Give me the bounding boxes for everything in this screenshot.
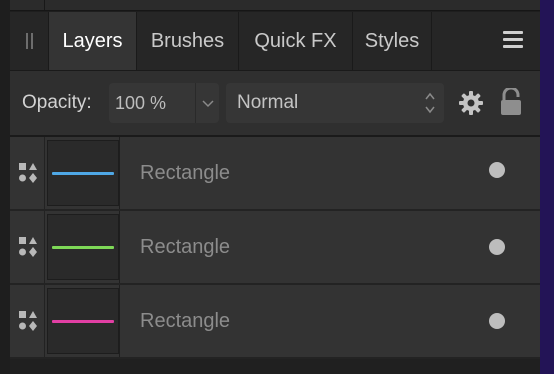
layer-type-cell	[10, 137, 45, 209]
blend-mode-dropdown[interactable]: Normal	[226, 83, 444, 123]
hamburger-menu-icon[interactable]	[503, 31, 523, 49]
layer-row[interactable]: Rectangle	[10, 137, 540, 211]
visibility-toggle[interactable]	[489, 162, 505, 178]
layer-row[interactable]: Rectangle	[10, 211, 540, 285]
thumbnail-stroke	[52, 320, 114, 323]
opacity-label: Opacity:	[22, 92, 92, 113]
visibility-toggle[interactable]	[489, 313, 505, 329]
layers-list: Rectangle Rectangle Rectangle	[10, 137, 540, 374]
panel-above-edge	[10, 0, 540, 11]
layers-panel-window: Layers Brushes Quick FX Styles Opacity: …	[0, 0, 554, 374]
layer-thumbnail	[47, 214, 119, 280]
shapes-icon	[19, 311, 37, 331]
opacity-value[interactable]: 100 %	[115, 83, 166, 123]
shapes-icon	[19, 237, 37, 257]
layer-thumbnail	[47, 140, 119, 206]
blend-mode-value[interactable]: Normal	[237, 83, 298, 123]
panel-footer	[10, 359, 540, 374]
tab-styles[interactable]: Styles	[352, 12, 432, 70]
up-down-stepper-icon[interactable]	[424, 91, 436, 115]
layer-row[interactable]: Rectangle	[10, 285, 540, 359]
shapes-icon	[19, 163, 37, 183]
chevron-down-icon[interactable]	[195, 83, 220, 123]
thumbnail-stroke	[52, 246, 114, 249]
layers-studio-panel: Layers Brushes Quick FX Styles Opacity: …	[10, 12, 540, 374]
tab-layers[interactable]: Layers	[48, 12, 136, 70]
desktop-background	[540, 0, 554, 374]
tab-quick-fx[interactable]: Quick FX	[238, 12, 352, 70]
visibility-toggle[interactable]	[489, 239, 505, 255]
drag-handle-icon[interactable]	[24, 33, 34, 49]
layer-name[interactable]: Rectangle	[140, 285, 230, 357]
lock-icon[interactable]	[500, 88, 522, 116]
thumbnail-stroke	[52, 172, 114, 175]
layer-options-bar: Opacity: 100 % Normal	[10, 71, 540, 137]
layer-thumbnail	[47, 288, 119, 354]
layer-name[interactable]: Rectangle	[140, 211, 230, 283]
tab-brushes[interactable]: Brushes	[136, 12, 238, 70]
layer-name[interactable]: Rectangle	[140, 137, 230, 209]
layer-type-cell	[10, 285, 45, 357]
opacity-dropdown[interactable]: 100 %	[109, 83, 219, 123]
tab-bar: Layers Brushes Quick FX Styles	[10, 12, 540, 71]
gear-icon[interactable]	[459, 91, 483, 115]
layer-type-cell	[10, 211, 45, 283]
